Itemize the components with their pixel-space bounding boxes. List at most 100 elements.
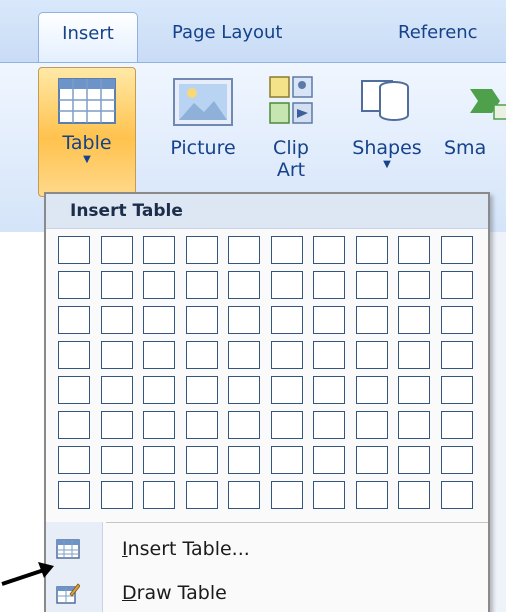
table-grid-cell[interactable] [398,236,430,264]
table-grid-cell[interactable] [100,376,133,404]
table-grid-cell[interactable] [100,481,133,509]
table-grid-cell[interactable] [355,481,388,509]
table-grid-cell[interactable] [100,446,133,474]
table-grid-cell[interactable] [398,446,430,474]
table-grid-cell[interactable] [270,481,303,509]
table-grid-cell[interactable] [270,306,303,334]
smartart-icon [470,89,506,120]
table-grid-cell[interactable] [355,376,388,404]
table-grid-cell[interactable] [440,376,473,404]
table-grid-cell[interactable] [440,306,473,334]
clip-art-label-line2: Art [276,159,306,181]
table-size-grid[interactable] [58,236,488,516]
table-grid-cell[interactable] [313,271,345,299]
table-grid-cell[interactable] [143,236,175,264]
table-grid-cell[interactable] [58,411,90,439]
table-grid-cell[interactable] [270,446,303,474]
table-grid-cell[interactable] [228,376,260,404]
table-grid-cell[interactable] [313,376,345,404]
table-grid-cell[interactable] [398,271,430,299]
table-grid-cell[interactable] [270,236,303,264]
table-grid-cell[interactable] [185,411,218,439]
table-grid-cell[interactable] [440,446,473,474]
table-grid-cell[interactable] [440,411,473,439]
table-grid-cell[interactable] [100,271,133,299]
table-grid-cell[interactable] [58,271,90,299]
table-grid-cell[interactable] [185,306,218,334]
table-grid-cell[interactable] [58,306,90,334]
table-grid-cell[interactable] [355,341,388,369]
table-grid-cell[interactable] [355,236,388,264]
table-grid-cell[interactable] [355,306,388,334]
table-grid-cell[interactable] [398,481,430,509]
clip-art-button[interactable]: Clip Art [260,71,322,191]
table-grid-cell[interactable] [58,446,90,474]
table-grid-cell[interactable] [270,376,303,404]
table-grid-cell[interactable] [228,411,260,439]
table-button[interactable]: Table ▼ [38,67,136,197]
table-grid-cell[interactable] [58,376,90,404]
table-grid-cell[interactable] [185,236,218,264]
table-grid-cell[interactable] [355,271,388,299]
tab-references[interactable]: Referenc [398,12,478,62]
table-grid-cell[interactable] [313,446,345,474]
table-grid-cell[interactable] [228,341,260,369]
menu-item-draw-table-accel: D [122,582,137,604]
table-grid-cell[interactable] [398,376,430,404]
table-grid-cell[interactable] [143,446,175,474]
table-grid-cell[interactable] [228,306,260,334]
table-grid-cell[interactable] [398,306,430,334]
table-grid-cell[interactable] [143,271,175,299]
table-grid-cell[interactable] [100,341,133,369]
table-grid-cell[interactable] [185,341,218,369]
table-grid-cell[interactable] [398,411,430,439]
table-grid-cell[interactable] [313,481,345,509]
table-grid-cell[interactable] [185,446,218,474]
menu-divider [106,522,488,523]
tab-insert[interactable]: Insert [38,12,138,63]
table-grid-cell[interactable] [355,446,388,474]
table-grid-cell[interactable] [100,306,133,334]
table-grid-cell[interactable] [440,481,473,509]
table-grid-cell[interactable] [58,341,90,369]
table-grid-cell[interactable] [185,376,218,404]
table-grid-cell[interactable] [270,341,303,369]
picture-button[interactable]: Picture [156,71,250,181]
tab-page-layout[interactable]: Page Layout [172,12,283,62]
table-grid-cell[interactable] [58,481,90,509]
table-grid-cell[interactable] [143,306,175,334]
table-grid-cell[interactable] [143,481,175,509]
shapes-button[interactable]: Shapes ▼ [344,71,430,191]
table-grid-cell[interactable] [398,341,430,369]
table-grid-cell[interactable] [228,446,260,474]
table-grid-cell[interactable] [228,271,260,299]
table-grid-cell[interactable] [440,341,473,369]
clip-art-icon [269,76,313,124]
table-grid-cell[interactable] [313,411,345,439]
table-grid-cell[interactable] [228,236,260,264]
table-grid-cell[interactable] [143,341,175,369]
clip-art-label-line1: Clip [273,137,309,159]
table-grid-cell[interactable] [313,236,345,264]
table-grid-cell[interactable] [270,411,303,439]
table-grid-cell[interactable] [100,411,133,439]
table-grid-cell[interactable] [313,341,345,369]
menu-item-draw-table[interactable]: Draw Table [48,574,488,612]
table-grid-cell[interactable] [355,411,388,439]
table-grid-cell[interactable] [58,236,90,264]
table-grid-cell[interactable] [440,271,473,299]
table-grid-cell[interactable] [185,271,218,299]
table-grid-cell[interactable] [143,411,175,439]
chevron-down-icon: ▼ [83,154,91,165]
table-grid-cell[interactable] [228,481,260,509]
shapes-icon [361,80,409,121]
menu-item-insert-table[interactable]: Insert Table... [48,530,488,570]
table-grid-cell[interactable] [143,376,175,404]
table-grid-cell[interactable] [100,236,133,264]
table-grid-cell[interactable] [440,236,473,264]
ribbon-tab-bar: Insert Page Layout Referenc [0,0,506,63]
smartart-button[interactable]: Sma [440,71,506,191]
table-grid-cell[interactable] [185,481,218,509]
table-grid-cell[interactable] [270,271,303,299]
table-grid-cell[interactable] [313,306,345,334]
